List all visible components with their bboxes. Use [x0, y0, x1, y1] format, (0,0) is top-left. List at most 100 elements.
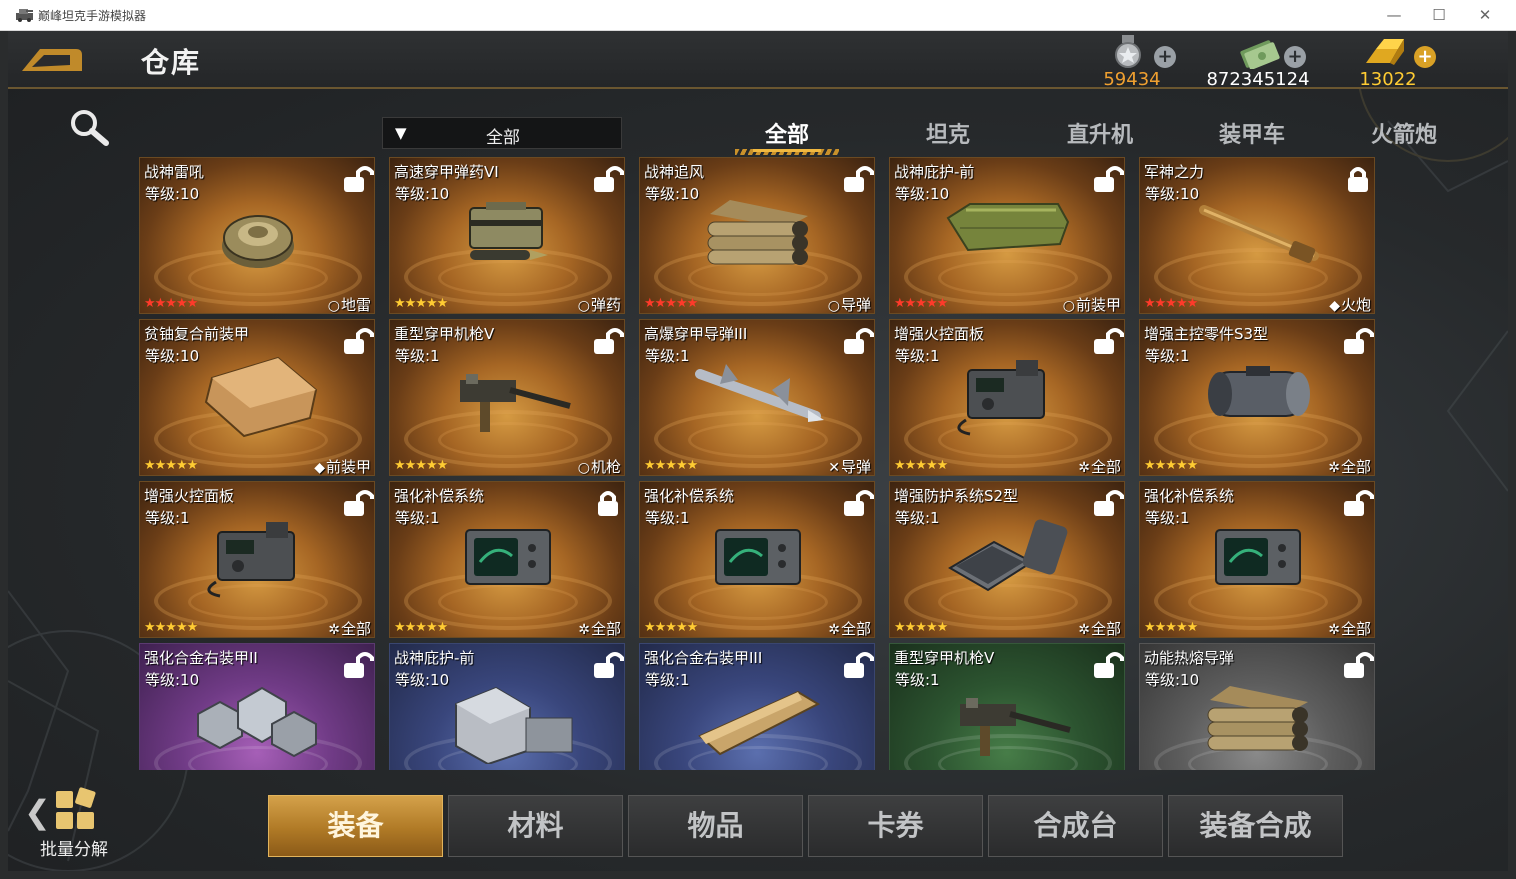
item-stars: ★★★★★ [1144, 458, 1198, 473]
item-card[interactable]: 强化补偿系统 等级:1 ★★★★★ ✲全部 [639, 481, 875, 638]
batch-decompose-button[interactable]: ❮ 批量分解 [20, 787, 120, 863]
item-type-label: 机枪 [590, 458, 621, 476]
close-icon[interactable]: ✕ [1471, 4, 1499, 26]
tab-tank[interactable]: 坦克 [888, 117, 1008, 151]
item-card[interactable]: 高爆穿甲导弹III 等级:1 ★★★★★ ✕导弹 [639, 319, 875, 476]
item-level: 等级:1 [395, 347, 440, 365]
item-card[interactable]: 战神庇护-前 等级:10 [389, 643, 625, 770]
tab-underline-bar [753, 149, 821, 152]
item-level: 等级:10 [145, 347, 200, 365]
unlock-icon[interactable] [340, 488, 375, 518]
unlock-icon[interactable] [840, 488, 875, 518]
item-card[interactable]: 增强火控面板 等级:1 ★★★★★ ✲全部 [889, 319, 1125, 476]
item-type-tag: ✲全部 [328, 618, 371, 638]
item-level: 等级:10 [145, 185, 200, 203]
item-card[interactable]: 增强火控面板 等级:1 ★★★★★ ✲全部 [139, 481, 375, 638]
bottom-tab-materials[interactable]: 材料 [448, 795, 623, 857]
item-level: 等级:10 [1145, 185, 1200, 203]
item-card[interactable]: 贫铀复合前装甲 等级:10 ★★★★★ ◆前装甲 [139, 319, 375, 476]
item-card[interactable]: 强化合金右装甲II 等级:10 [139, 643, 375, 770]
tab-armored-vehicle[interactable]: 装甲车 [1192, 117, 1312, 151]
item-card[interactable]: 增强主控零件S3型 等级:1 ★★★★★ ✲全部 [1139, 319, 1375, 476]
item-card[interactable]: 战神追风 等级:10 ★★★★★ ○导弹 [639, 157, 875, 314]
chevron-left-icon[interactable]: ❮ [24, 793, 51, 831]
unlock-icon[interactable] [840, 650, 875, 680]
unlock-icon[interactable] [1090, 488, 1125, 518]
unlock-icon[interactable] [340, 326, 375, 356]
item-type-icon: ✲ [1328, 622, 1340, 638]
bottom-tab-crafting-table[interactable]: 合成台 [988, 795, 1163, 857]
item-type-icon: ✲ [328, 622, 340, 638]
bottom-tab-equipment[interactable]: 装备 [268, 795, 443, 857]
item-type-label: 全部 [590, 620, 621, 638]
item-type-label: 地雷 [340, 296, 371, 314]
unlock-icon[interactable] [1090, 164, 1125, 194]
item-card[interactable]: 高速穿甲弹药VI 等级:10 ★★★★★ ○弹药 [389, 157, 625, 314]
batch-label: 批量分解 [40, 840, 108, 860]
unlock-icon[interactable] [1340, 488, 1375, 518]
grid-squares-icon [56, 787, 96, 829]
unlock-icon[interactable] [1090, 650, 1125, 680]
item-type-icon: ○ [577, 460, 590, 476]
bottom-tab-coupons[interactable]: 卡券 [808, 795, 983, 857]
search-icon[interactable] [68, 107, 112, 147]
item-card[interactable]: 强化合金右装甲III 等级:1 [639, 643, 875, 770]
gold-value: 13022 [1359, 69, 1417, 90]
item-type-icon: ✲ [1078, 622, 1090, 638]
item-card[interactable]: 增强防护系统S2型 等级:1 ★★★★★ ✲全部 [889, 481, 1125, 638]
item-name: 战神庇护-前 [394, 649, 475, 667]
unlock-icon[interactable] [590, 164, 625, 194]
item-stars: ★★★★★ [144, 458, 198, 473]
unlock-icon[interactable] [340, 164, 375, 194]
item-card[interactable]: 强化补偿系统 等级:1 ★★★★★ ✲全部 [389, 481, 625, 638]
item-name: 强化合金右装甲III [644, 649, 763, 667]
item-type-label: 全部 [1340, 458, 1371, 476]
add-gold-button[interactable]: + [1414, 46, 1436, 68]
bottom-tab-label: 装备 [327, 809, 384, 842]
item-level: 等级:10 [395, 671, 450, 689]
item-type-label: 全部 [1090, 458, 1121, 476]
item-card[interactable]: 重型穿甲机枪V 等级:1 [889, 643, 1125, 770]
item-type-icon: ○ [827, 298, 840, 314]
back-button[interactable] [18, 41, 84, 77]
item-name: 强化补偿系统 [394, 487, 485, 505]
tab-label: 全部 [764, 123, 809, 148]
item-card[interactable]: 动能热熔导弹 等级:10 [1139, 643, 1375, 770]
tab-all[interactable]: 全部 [727, 117, 847, 155]
tab-rocket-artillery[interactable]: 火箭炮 [1344, 117, 1464, 151]
unlock-icon[interactable] [840, 326, 875, 356]
item-card[interactable]: 强化补偿系统 等级:1 ★★★★★ ✲全部 [1139, 481, 1375, 638]
item-level: 等级:10 [145, 671, 200, 689]
item-type-icon: ✲ [1078, 460, 1090, 476]
unlock-icon[interactable] [590, 650, 625, 680]
item-name: 增强主控零件S3型 [1144, 325, 1269, 343]
item-card[interactable]: 军神之力 等级:10 ★★★★★ ◆火炮 [1139, 157, 1375, 314]
tab-helicopter[interactable]: 直升机 [1040, 117, 1160, 151]
item-card[interactable]: 战神庇护-前 等级:10 ★★★★★ ○前装甲 [889, 157, 1125, 314]
filter-dropdown[interactable]: ▼ 全部 [382, 117, 622, 149]
item-card[interactable]: 战神雷吼 等级:10 ★★★★★ ○地雷 [139, 157, 375, 314]
lock-icon[interactable] [1340, 164, 1375, 194]
unlock-icon[interactable] [1090, 326, 1125, 356]
item-stars: ★★★★★ [394, 458, 448, 473]
minimize-icon[interactable]: — [1380, 4, 1408, 26]
medal-icon [1115, 35, 1141, 68]
unlock-icon[interactable] [1340, 650, 1375, 680]
unlock-icon[interactable] [340, 650, 375, 680]
unlock-icon[interactable] [1340, 326, 1375, 356]
bottom-tab-items[interactable]: 物品 [628, 795, 803, 857]
maximize-icon[interactable]: ☐ [1425, 4, 1453, 26]
lock-icon[interactable] [590, 488, 625, 518]
item-type-label: 前装甲 [325, 458, 371, 476]
bottom-tab-label: 装备合成 [1199, 809, 1312, 842]
item-type-tag: ○导弹 [827, 294, 871, 314]
bottom-tab-equipment-synthesis[interactable]: 装备合成 [1168, 795, 1343, 857]
add-cash-button[interactable]: + [1284, 46, 1306, 68]
unlock-icon[interactable] [590, 326, 625, 356]
add-medal-button[interactable]: + [1154, 46, 1176, 68]
unlock-icon[interactable] [840, 164, 875, 194]
item-name: 增强火控面板 [144, 487, 235, 505]
window-title-bar: 巅峰坦克手游模拟器 — ☐ ✕ [0, 0, 1516, 31]
item-type-icon: ○ [577, 298, 590, 314]
item-card[interactable]: 重型穿甲机枪V 等级:1 ★★★★★ ○机枪 [389, 319, 625, 476]
